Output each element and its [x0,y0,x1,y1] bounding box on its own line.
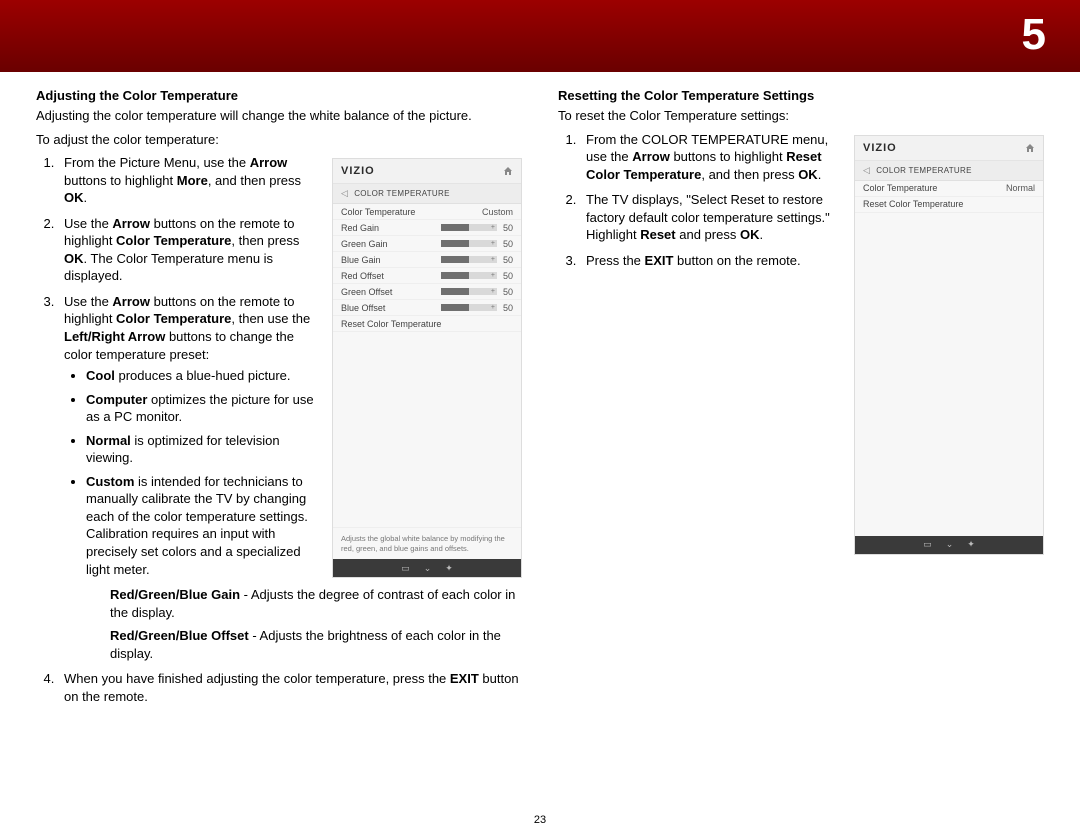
sub-offset: Red/Green/Blue Offset - Adjusts the brig… [86,627,522,662]
osd-row-bluegain-value: 50 [503,255,513,265]
osd-row-reset: Reset Color Temperature [341,319,513,329]
star-icon: ✦ [445,563,453,574]
right-column: Resetting the Color Temperature Settings… [558,88,1044,713]
slider-bar: −+ [441,288,497,295]
osd-row-greengain-value: 50 [503,239,513,249]
chevron-down-icon: ⌄ [424,563,432,574]
section-heading-reset: Resetting the Color Temperature Settings [558,88,1044,103]
osd-help-text: Adjusts the global white balance by modi… [333,527,521,559]
osd-row-ct-value: Custom [482,207,513,217]
osd-crumb: COLOR TEMPERATURE [876,166,971,175]
osd-row-redgain-label: Red Gain [341,223,435,233]
osd-footer-icons: ▭ ⌄ ✦ [333,559,521,577]
osd-row-ct-label: Color Temperature [863,183,1006,193]
osd-brand: VIZIO [863,142,897,154]
osd-crumb: COLOR TEMPERATURE [354,189,449,198]
sub-gain: Red/Green/Blue Gain - Adjusts the degree… [86,586,522,621]
osd-row-redoff-value: 50 [503,271,513,281]
section-heading-adjusting: Adjusting the Color Temperature [36,88,522,103]
lead-in: To adjust the color temperature: [36,131,522,149]
slider-bar: −+ [441,240,497,247]
page-footer-number: 23 [0,814,1080,826]
chapter-banner: 5 [0,0,1080,72]
osd-brand: VIZIO [341,165,375,177]
slider-bar: −+ [441,224,497,231]
wide-icon: ▭ [923,539,932,550]
home-icon [1025,143,1035,153]
osd-row-greenoff-value: 50 [503,287,513,297]
slider-bar: −+ [441,256,497,263]
osd-row-blueoff-value: 50 [503,303,513,313]
reset-lead: To reset the Color Temperature settings: [558,107,1044,125]
osd-footer-icons: ▭ ⌄ ✦ [855,536,1043,554]
step-4: When you have finished adjusting the col… [58,670,522,705]
wide-icon: ▭ [401,563,410,574]
osd-row-ct-value: Normal [1006,183,1035,193]
osd-row-reset: Reset Color Temperature [863,199,1035,209]
osd-row-greenoff-label: Green Offset [341,287,435,297]
osd-row-redoff-label: Red Offset [341,271,435,281]
osd-row-blueoff-label: Blue Offset [341,303,435,313]
page-body: Adjusting the Color Temperature Adjustin… [0,72,1080,713]
back-icon: ◁ [341,188,348,199]
chapter-number: 5 [1022,10,1046,60]
osd-row-ct-label: Color Temperature [341,207,482,217]
slider-bar: −+ [441,304,497,311]
left-column: Adjusting the Color Temperature Adjustin… [36,88,522,713]
chevron-down-icon: ⌄ [946,539,954,550]
osd-row-redgain-value: 50 [503,223,513,233]
back-icon: ◁ [863,165,870,176]
osd-panel-custom: VIZIO ◁ COLOR TEMPERATURE Color Temperat… [332,158,522,578]
home-icon [503,166,513,176]
slider-bar: −+ [441,272,497,279]
star-icon: ✦ [967,539,975,550]
osd-row-greengain-label: Green Gain [341,239,435,249]
osd-panel-normal: VIZIO ◁ COLOR TEMPERATURE Color Temperat… [854,135,1044,555]
intro-paragraph: Adjusting the color temperature will cha… [36,107,522,125]
osd-row-bluegain-label: Blue Gain [341,255,435,265]
